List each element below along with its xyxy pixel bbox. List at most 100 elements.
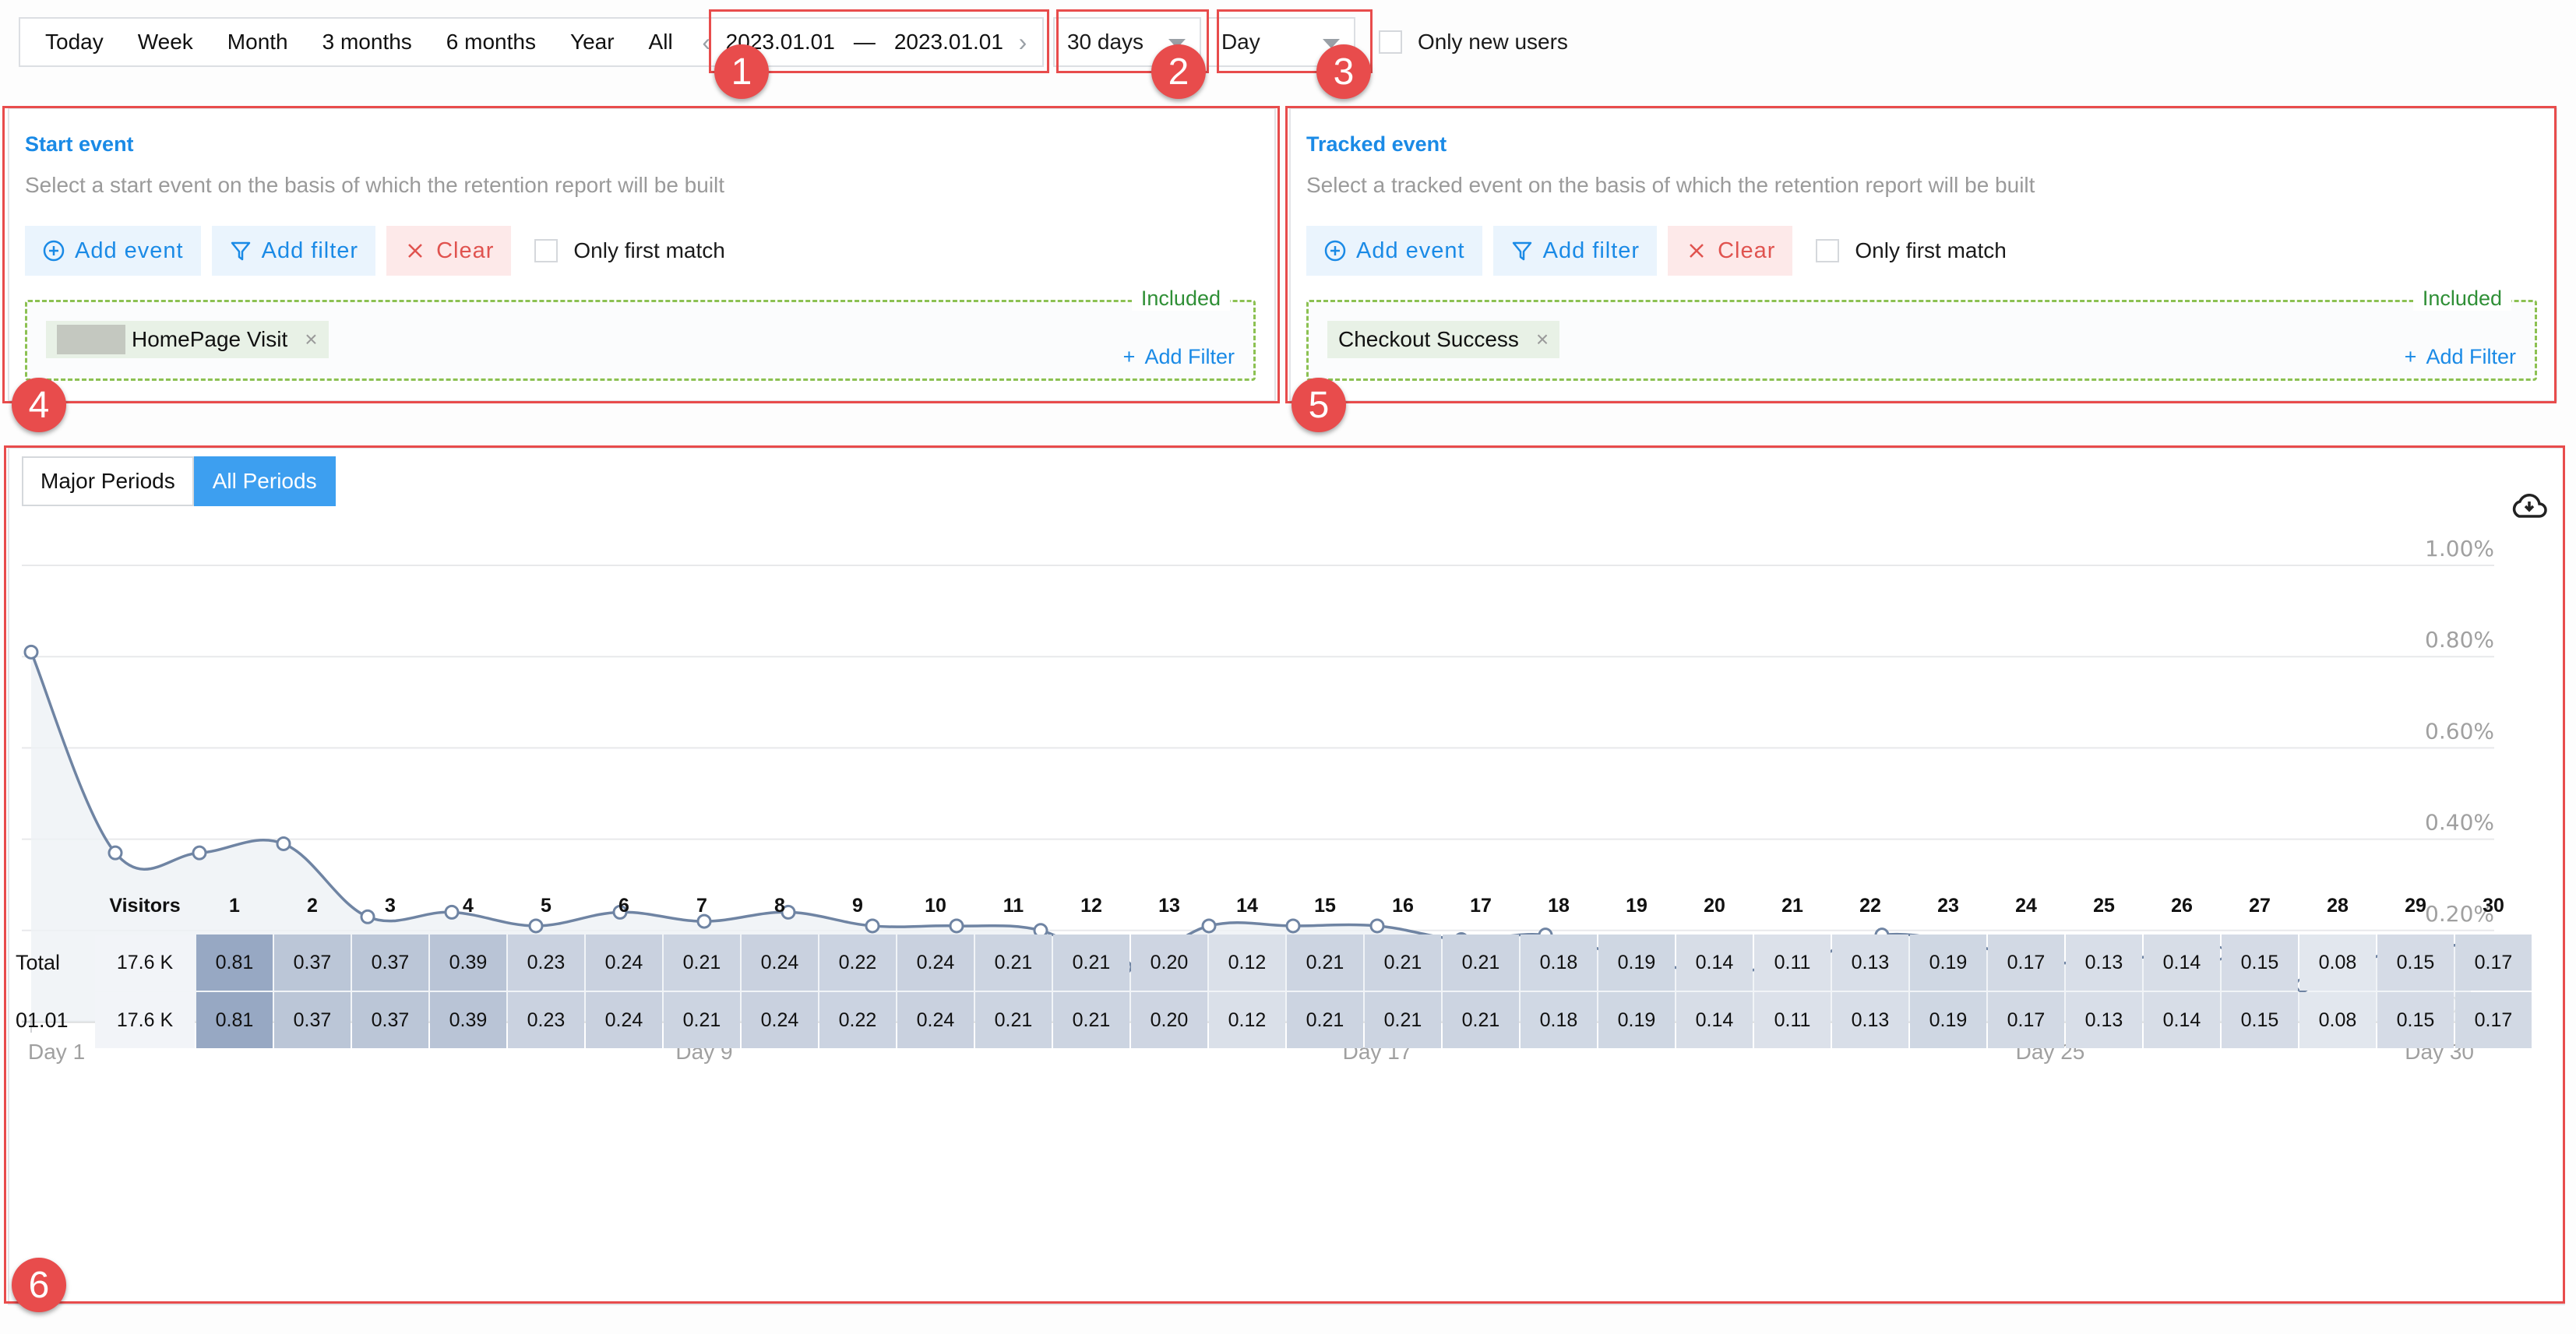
retention-cell[interactable]: 0.24 [586, 992, 662, 1048]
remove-chip-icon[interactable]: × [1536, 327, 1549, 352]
only-new-users-checkbox[interactable]: Only new users [1378, 30, 1568, 55]
retention-cell[interactable]: 0.37 [274, 992, 351, 1048]
retention-cell[interactable]: 0.21 [1365, 935, 1441, 991]
retention-cell[interactable]: 0.37 [274, 935, 351, 991]
retention-cell[interactable]: 0.21 [1287, 935, 1363, 991]
retention-cell[interactable]: 0.39 [430, 935, 506, 991]
retention-cell[interactable]: 0.21 [1443, 935, 1519, 991]
retention-cell[interactable]: 0.19 [1910, 992, 1986, 1048]
retention-cell[interactable]: 0.20 [1131, 992, 1207, 1048]
tracked-clear-button[interactable]: Clear [1668, 226, 1793, 276]
period-header: 15 [1314, 894, 1336, 917]
retention-cell[interactable]: 0.15 [2222, 992, 2298, 1048]
checkbox-box[interactable] [1378, 30, 1402, 54]
retention-cell[interactable]: 0.24 [742, 992, 818, 1048]
retention-cell[interactable]: 0.11 [1754, 992, 1831, 1048]
retention-cell[interactable]: 0.11 [1754, 935, 1831, 991]
tracked-add-filter-button[interactable]: Add filter [1492, 226, 1658, 276]
period-today-button[interactable]: Today [28, 19, 121, 65]
retention-cell[interactable]: 0.13 [2066, 992, 2142, 1048]
retention-cell[interactable]: 0.14 [1676, 935, 1753, 991]
retention-cell[interactable]: 0.24 [586, 935, 662, 991]
retention-cell[interactable]: 0.18 [1521, 935, 1597, 991]
retention-cell[interactable]: 0.17 [1988, 992, 2064, 1048]
period-header: 25 [2093, 894, 2115, 917]
checkbox-box[interactable] [1816, 239, 1840, 262]
retention-cell[interactable]: 0.21 [1053, 992, 1129, 1048]
tracked-add-event-button[interactable]: Add event [1306, 226, 1482, 276]
retention-cell[interactable]: 0.19 [1598, 992, 1675, 1048]
retention-cell[interactable]: 0.21 [975, 935, 1052, 991]
start-add-filter-link[interactable]: + Add Filter [1123, 345, 1235, 369]
date-to[interactable]: 2023.01.01 [894, 30, 1003, 55]
retention-cell[interactable]: 0.21 [664, 992, 740, 1048]
event-chip[interactable]: HomePage Visit × [46, 321, 329, 358]
retention-table: Visitors 1 2 3 4 5 6 7 8 9 10 11 12 13 14 15 16 17 18 19 20… [11, 877, 2533, 1050]
period-header: 21 [1781, 894, 1803, 917]
checkbox-box[interactable] [534, 239, 559, 262]
retention-cell[interactable]: 0.20 [1131, 935, 1207, 991]
retention-cell[interactable]: 0.13 [2066, 935, 2142, 991]
event-chip[interactable]: Checkout Success × [1327, 321, 1560, 358]
start-add-event-button[interactable]: Add event [25, 226, 201, 276]
retention-cell[interactable]: 0.15 [2377, 992, 2454, 1048]
period-year-button[interactable]: Year [553, 19, 632, 65]
tracked-add-filter-link[interactable]: + Add Filter [2405, 345, 2516, 369]
retention-cell[interactable]: 0.39 [430, 992, 506, 1048]
retention-cell[interactable]: 0.14 [2144, 935, 2220, 991]
retention-cell[interactable]: 0.17 [2455, 992, 2532, 1048]
retention-cell[interactable]: 0.24 [742, 935, 818, 991]
chevron-left-icon[interactable]: ‹ [698, 28, 715, 57]
retention-cell[interactable]: 0.08 [2299, 992, 2376, 1048]
chevron-right-icon[interactable]: › [1014, 28, 1031, 57]
retention-cell[interactable]: 0.17 [2455, 935, 2532, 991]
retention-cell[interactable]: 0.21 [1365, 992, 1441, 1048]
cloud-download-icon[interactable] [2509, 491, 2548, 522]
retention-cell[interactable]: 0.21 [1287, 992, 1363, 1048]
retention-cell[interactable]: 0.14 [1676, 992, 1753, 1048]
period-week-button[interactable]: Week [121, 19, 210, 65]
period-3-months-button[interactable]: 3 months [305, 19, 429, 65]
retention-cell[interactable]: 0.15 [2377, 935, 2454, 991]
tab-all-periods[interactable]: All Periods [193, 456, 336, 506]
tracked-only-first-match-checkbox[interactable]: Only first match [1816, 238, 2007, 263]
retention-cell[interactable]: 0.23 [508, 935, 584, 991]
period-all-button[interactable]: All [632, 19, 690, 65]
start-clear-button[interactable]: Clear [386, 226, 512, 276]
retention-cell[interactable]: 0.81 [196, 992, 273, 1048]
annotation-badge-3: 3 [1316, 44, 1371, 99]
retention-cell[interactable]: 0.21 [664, 935, 740, 991]
retention-cell[interactable]: 0.21 [1443, 992, 1519, 1048]
retention-cell[interactable]: 0.19 [1598, 935, 1675, 991]
retention-cell[interactable]: 0.18 [1521, 992, 1597, 1048]
retention-cell[interactable]: 0.21 [1053, 935, 1129, 991]
start-only-first-match-checkbox[interactable]: Only first match [534, 238, 725, 263]
retention-cell[interactable]: 0.21 [975, 992, 1052, 1048]
retention-cell[interactable]: 0.15 [2222, 935, 2298, 991]
retention-cell[interactable]: 0.14 [2144, 992, 2220, 1048]
retention-cell[interactable]: 0.12 [1209, 992, 1285, 1048]
retention-cell[interactable]: 0.24 [897, 992, 974, 1048]
retention-cell[interactable]: 0.17 [1988, 935, 2064, 991]
retention-cell[interactable]: 0.37 [352, 992, 428, 1048]
period-6-months-button[interactable]: 6 months [429, 19, 553, 65]
retention-cell[interactable]: 0.22 [819, 992, 896, 1048]
add-filter-link-label: Add Filter [2426, 345, 2516, 368]
retention-cell[interactable]: 0.08 [2299, 935, 2376, 991]
retention-cell[interactable]: 0.13 [1832, 992, 1908, 1048]
period-header: 13 [1158, 894, 1180, 917]
tab-major-periods[interactable]: Major Periods [22, 456, 194, 506]
start-add-filter-button[interactable]: Add filter [211, 226, 376, 276]
retention-cell[interactable]: 0.19 [1910, 935, 1986, 991]
retention-cell[interactable]: 0.37 [352, 935, 428, 991]
retention-cell[interactable]: 0.23 [508, 992, 584, 1048]
retention-cell[interactable]: 0.13 [1832, 935, 1908, 991]
retention-cell[interactable]: 0.22 [819, 935, 896, 991]
tracked-event-actions: Add event Add filter Clear Only first ma… [1306, 226, 2007, 276]
retention-cell[interactable]: 0.12 [1209, 935, 1285, 991]
retention-cell[interactable]: 0.81 [196, 935, 273, 991]
remove-chip-icon[interactable]: × [305, 327, 317, 352]
retention-cell[interactable]: 0.24 [897, 935, 974, 991]
period-month-button[interactable]: Month [210, 19, 305, 65]
tracked-add-filter-label: Add filter [1542, 238, 1640, 263]
